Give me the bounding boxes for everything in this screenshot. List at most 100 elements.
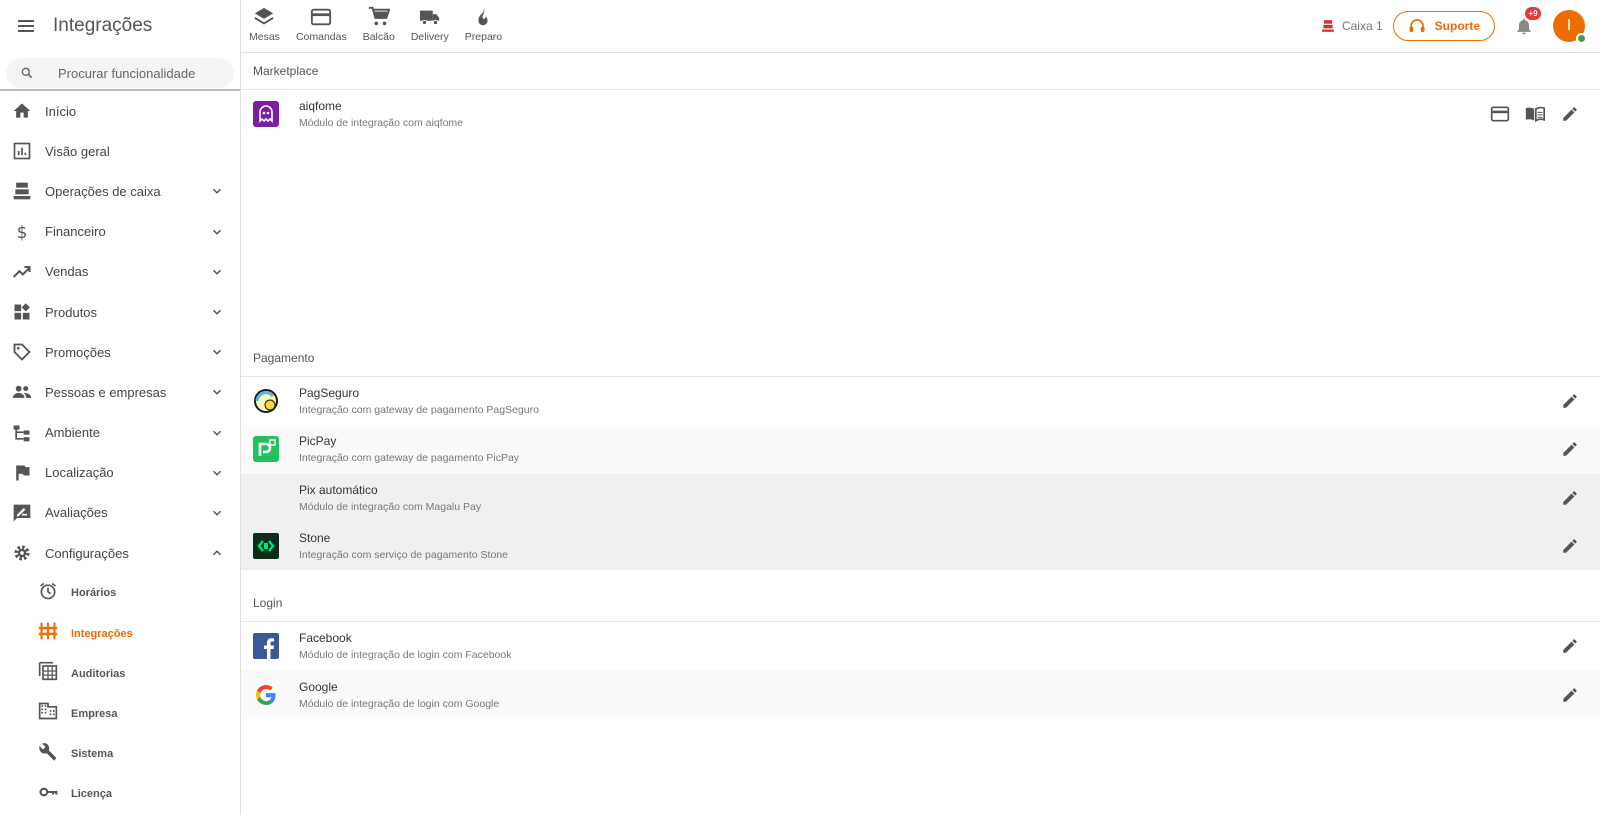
quick-action-comandas[interactable]: Comandas — [288, 0, 355, 52]
integration-name: Stone — [299, 531, 331, 546]
integration-row-stone[interactable]: Stone Integração com serviço de pagament… — [241, 521, 1600, 571]
sidebar-subitem-horarios[interactable]: Horários — [0, 573, 240, 613]
sidebar-item-localizacao[interactable]: Localização — [0, 453, 240, 493]
integration-description: Integração com serviço de pagamento Ston… — [299, 549, 508, 562]
rate-review-icon — [12, 503, 32, 523]
sidebar-subitem-label: Empresa — [71, 707, 118, 720]
sidebar-subitem-label: Licença — [71, 788, 112, 801]
sidebar-item-configuracoes[interactable]: Configurações — [0, 533, 240, 573]
topbar-right: Caixa 1 Suporte +9 I — [1321, 0, 1600, 52]
sidebar-item-label: Financeiro — [45, 224, 106, 240]
sidebar-item-label: Configurações — [45, 545, 129, 561]
edit-icon[interactable] — [1560, 104, 1580, 124]
sidebar-item-visao-geral[interactable]: Visão geral — [0, 131, 240, 171]
search-input[interactable] — [58, 65, 228, 81]
edit-icon[interactable] — [1560, 685, 1580, 705]
facebook-logo — [253, 633, 279, 660]
sidebar-item-ambiente[interactable]: Ambiente — [0, 413, 240, 453]
row-actions — [1545, 474, 1580, 522]
edit-icon[interactable] — [1560, 391, 1580, 411]
integrations-content: Marketplace aiqfome Módulo de integração… — [241, 53, 1600, 815]
search-box — [6, 58, 234, 88]
edit-icon[interactable] — [1560, 488, 1580, 508]
sidebar-subitem-label: Auditorias — [71, 667, 126, 680]
aiqfome-logo — [253, 101, 279, 127]
sidebar-item-label: Ambiente — [45, 425, 100, 441]
row-actions — [1545, 377, 1580, 425]
row-actions — [1545, 670, 1580, 718]
sidebar-subitem-integracoes[interactable]: Integrações — [0, 613, 240, 653]
audit-icon — [38, 661, 58, 686]
gear-icon — [12, 543, 32, 563]
cash-register-icon — [12, 181, 32, 201]
cart-icon — [368, 6, 390, 26]
notification-badge: +9 — [1525, 7, 1541, 20]
quick-action-label: Balcão — [362, 31, 395, 43]
sidebar-subitem-licenca[interactable]: Licença — [0, 774, 240, 814]
sidebar-item-label: Produtos — [45, 304, 98, 320]
fire-icon — [478, 6, 489, 26]
edit-icon[interactable] — [1560, 439, 1580, 459]
headset-icon — [1409, 19, 1425, 32]
page-title: Integrações — [53, 15, 153, 36]
integrations-icon — [38, 621, 58, 646]
integration-row-pagseguro[interactable]: PagSeguro Integração com gateway de paga… — [241, 377, 1600, 425]
widgets-icon — [12, 302, 32, 322]
menu-book-icon[interactable] — [1525, 104, 1545, 124]
integration-description: Módulo de integração com Magalu Pay — [299, 500, 482, 513]
integration-row-aiqfome[interactable]: aiqfome Módulo de integração com aiqfome — [241, 90, 1600, 138]
integration-description: Módulo de integração de login com Google — [299, 697, 500, 710]
sidebar-item-pessoas-e-empresas[interactable]: Pessoas e empresas — [0, 372, 240, 412]
topbar: Mesas Comandas Balcão Delivery Preparo C… — [241, 0, 1600, 53]
chevron-down-icon — [212, 269, 222, 275]
people-icon — [12, 382, 32, 402]
integration-name: PicPay — [299, 434, 337, 449]
home-icon — [12, 101, 32, 121]
quick-action-mesas[interactable]: Mesas — [241, 0, 288, 52]
integration-row-pix-automatico[interactable]: Pix automático Módulo de integração com … — [241, 473, 1600, 522]
integration-row-picpay[interactable]: PicPay Integração com gateway de pagamen… — [241, 425, 1600, 474]
sidebar: Integrações Início Visão geral Operações… — [0, 0, 241, 815]
edit-icon[interactable] — [1560, 636, 1580, 656]
menu-icon[interactable] — [16, 16, 36, 36]
chevron-down-icon — [212, 309, 222, 315]
payment-card-icon[interactable] — [1490, 104, 1510, 124]
search-icon — [21, 67, 33, 79]
caixa-selector[interactable]: Caixa 1 — [1321, 19, 1383, 33]
avatar[interactable]: I — [1553, 10, 1587, 44]
sidebar-subitem-sistema[interactable]: Sistema — [0, 734, 240, 774]
quick-action-label: Delivery — [410, 31, 449, 43]
edit-icon[interactable] — [1560, 536, 1580, 556]
sidebar-item-promocoes[interactable]: Promoções — [0, 332, 240, 372]
quick-action-delivery[interactable]: Delivery — [403, 0, 457, 52]
row-actions — [1545, 425, 1580, 473]
building-icon — [38, 701, 58, 726]
google-logo — [253, 682, 279, 708]
picpay-logo — [253, 436, 279, 463]
sidebar-item-avaliacoes[interactable]: Avaliações — [0, 493, 240, 533]
wrench-icon — [38, 742, 58, 767]
integration-name: PagSeguro — [299, 386, 360, 401]
stone-logo — [253, 533, 279, 560]
sidebar-item-produtos[interactable]: Produtos — [0, 292, 240, 332]
integration-row-google[interactable]: Google Módulo de integração de login com… — [241, 670, 1600, 719]
quick-action-preparo[interactable]: Preparo — [457, 0, 510, 52]
integration-description: Módulo de integração de login com Facebo… — [299, 649, 512, 662]
pix-logo — [253, 485, 279, 511]
integration-name: Facebook — [299, 631, 352, 646]
sidebar-item-label: Visão geral — [45, 143, 110, 159]
integration-description: Módulo de integração com aiqfome — [299, 117, 464, 129]
sidebar-item-inicio[interactable]: Início — [0, 91, 240, 131]
suporte-button[interactable]: Suporte — [1392, 11, 1495, 41]
truck-icon — [419, 10, 439, 26]
sidebar-item-operacoes-de-caixa[interactable]: Operações de caixa — [0, 171, 240, 211]
sidebar-subitem-empresa[interactable]: Empresa — [0, 694, 240, 734]
sidebar-item-vendas[interactable]: Vendas — [0, 252, 240, 292]
svg-text:$: $ — [17, 222, 28, 241]
notifications-button[interactable]: +9 — [1509, 7, 1541, 41]
sidebar-subitem-auditorias[interactable]: Auditorias — [0, 654, 240, 694]
integration-row-facebook[interactable]: Facebook Módulo de integração de login c… — [241, 622, 1600, 670]
sidebar-item-financeiro[interactable]: $ Financeiro — [0, 212, 240, 252]
quick-action-label: Mesas — [249, 31, 280, 43]
quick-action-balcao[interactable]: Balcão — [355, 0, 403, 52]
